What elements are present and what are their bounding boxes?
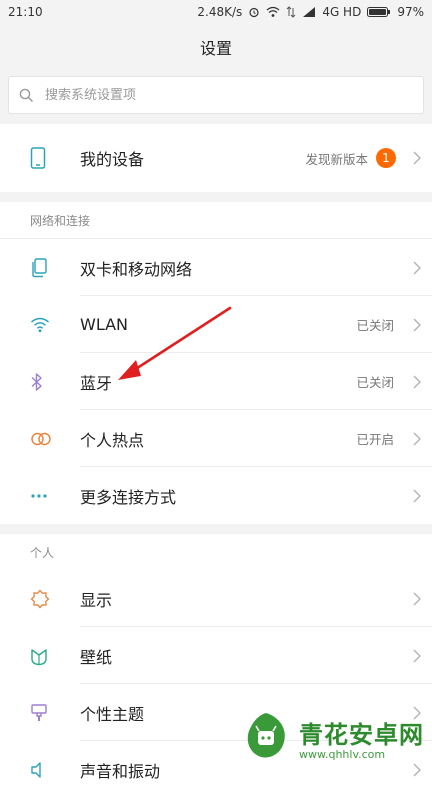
phone-icon [0, 147, 80, 169]
chevron-right-icon [402, 374, 432, 389]
wifi-status-icon [266, 6, 280, 18]
network-type: 4G HD [322, 5, 362, 19]
bluetooth-icon [0, 372, 80, 392]
status-time: 21:10 [8, 5, 43, 19]
row-label: 壁纸 [80, 647, 113, 667]
sun-icon [0, 589, 80, 609]
watermark-text: 青花安卓网 www.qhhlv.com [299, 715, 424, 761]
sidebar-item-hotspot[interactable]: 个人热点 已开启 [0, 410, 432, 467]
wallpaper-icon [0, 646, 80, 666]
theme-brush-icon [0, 703, 80, 723]
my-device-row[interactable]: 我的设备 发现新版本 1 [0, 124, 432, 192]
signal-icon [302, 6, 316, 18]
watermark-url: www.qhhlv.com [299, 748, 386, 761]
data-arrows-icon [286, 6, 296, 18]
sound-icon [0, 761, 80, 779]
more-dots-icon [0, 493, 80, 499]
watermark-logo-icon [239, 709, 293, 767]
section-title-personal: 个人 [30, 545, 55, 560]
section-header-network: 网络和连接 [0, 202, 432, 239]
wifi-icon [0, 317, 80, 333]
network-speed: 2.48K/s [197, 5, 243, 19]
title-bar: 设置 [0, 24, 432, 70]
new-version-text: 发现新版本 [305, 151, 368, 167]
row-label: WLAN [80, 315, 129, 334]
search-input[interactable] [43, 86, 423, 104]
row-label: 个人热点 [80, 430, 145, 450]
watermark: 青花安卓网 www.qhhlv.com [234, 708, 424, 768]
section-header-personal: 个人 [0, 534, 432, 570]
row-label: 双卡和移动网络 [80, 259, 193, 279]
row-label: 更多连接方式 [80, 487, 177, 507]
sidebar-item-dual-sim[interactable]: 双卡和移动网络 [0, 239, 432, 296]
row-value: 已关闭 [356, 318, 394, 333]
chevron-right-icon [402, 317, 432, 332]
search-icon [9, 88, 43, 103]
status-bar: 21:10 2.48K/s 4G HD 97% [0, 0, 432, 24]
chevron-right-icon [402, 431, 432, 446]
row-value: 已开启 [356, 432, 394, 447]
sidebar-item-more-connections[interactable]: 更多连接方式 [0, 467, 432, 524]
update-badge: 1 [376, 148, 396, 168]
chevron-right-icon [402, 151, 432, 165]
chevron-right-icon [402, 260, 432, 275]
status-right-group: 2.48K/s 4G HD 97% [197, 5, 424, 19]
sidebar-item-display[interactable]: 显示 [0, 570, 432, 627]
sidebar-item-wallpaper[interactable]: 壁纸 [0, 627, 432, 684]
sim-cards-icon [0, 257, 80, 278]
device-card: 我的设备 发现新版本 1 [0, 124, 432, 192]
battery-icon [367, 6, 391, 18]
page-title: 设置 [199, 39, 232, 58]
search-box[interactable] [8, 76, 424, 114]
watermark-title: 青花安卓网 [299, 721, 424, 749]
section-title-network: 网络和连接 [30, 213, 91, 228]
row-label: 蓝牙 [80, 373, 113, 393]
chevron-right-icon [402, 488, 432, 503]
network-section: 网络和连接 双卡和移动网络 WLAN 已关闭 蓝牙 已关闭 个人热点 已开启 更… [0, 202, 432, 524]
sidebar-item-wlan[interactable]: WLAN 已关闭 [0, 296, 432, 353]
my-device-label: 我的设备 [80, 150, 145, 169]
chevron-right-icon [402, 591, 432, 606]
battery-percent: 97% [397, 5, 424, 19]
sidebar-item-bluetooth[interactable]: 蓝牙 已关闭 [0, 353, 432, 410]
hotspot-icon [0, 431, 80, 447]
chevron-right-icon [402, 648, 432, 663]
alarm-icon [248, 6, 260, 18]
row-value: 已关闭 [356, 375, 394, 390]
row-label: 显示 [80, 590, 113, 610]
